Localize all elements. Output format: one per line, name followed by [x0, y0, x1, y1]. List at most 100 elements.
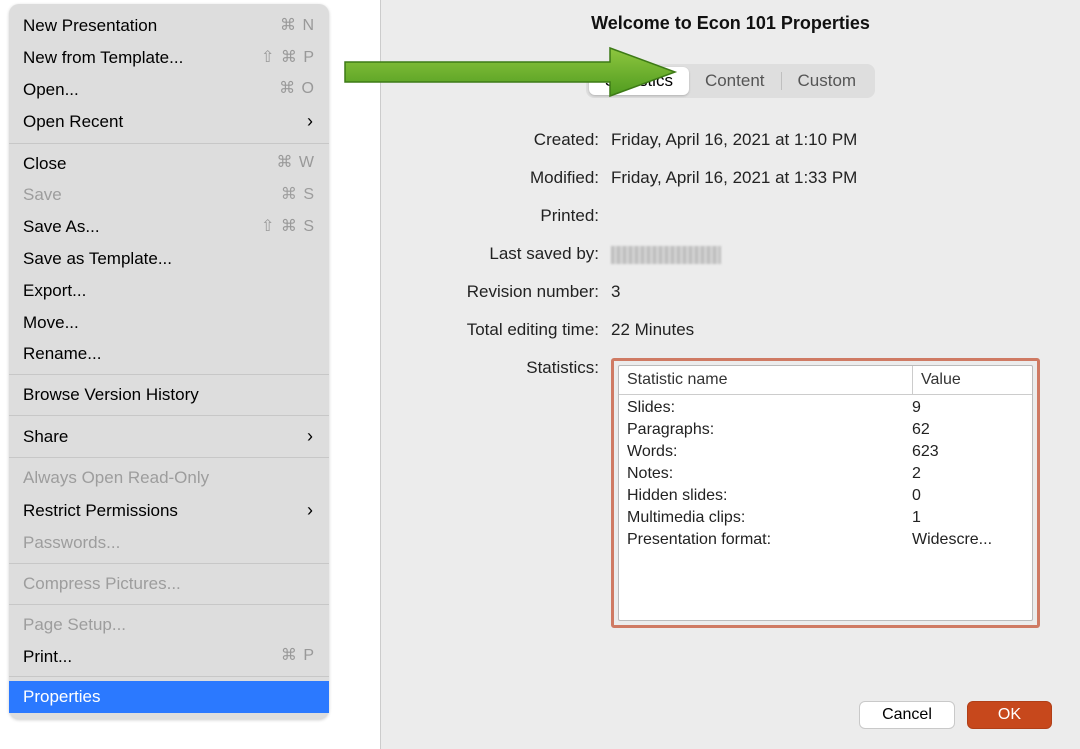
menu-item-shortcut: ⌘ S [281, 184, 315, 206]
menu-item-label: Move... [23, 311, 315, 335]
printed-label: Printed: [421, 204, 611, 226]
revision-value: 3 [611, 280, 1040, 302]
menu-item[interactable]: Save As...⇧ ⌘ S [9, 211, 329, 243]
redacted-name [611, 246, 721, 264]
chevron-right-icon: › [307, 424, 313, 449]
stat-value: Widescre... [912, 531, 1024, 549]
stat-value: 1 [912, 509, 1024, 527]
menu-item-label: Save As... [23, 215, 261, 239]
menu-item-label: Share [23, 425, 307, 449]
statistics-highlight-box: Statistic name Value Slides:9Paragraphs:… [611, 358, 1040, 628]
modified-value: Friday, April 16, 2021 at 1:33 PM [611, 166, 1040, 188]
menu-item[interactable]: Properties [9, 681, 329, 713]
stat-value: 2 [912, 465, 1024, 483]
menu-item-label: Open... [23, 78, 279, 102]
ok-button[interactable]: OK [967, 701, 1052, 729]
stat-value: 9 [912, 399, 1024, 417]
stat-name: Words: [627, 443, 912, 461]
menu-item: Save⌘ S [9, 179, 329, 211]
menu-item-label: Page Setup... [23, 613, 315, 637]
menu-item-label: New Presentation [23, 14, 280, 38]
menu-item-label: Restrict Permissions [23, 499, 307, 523]
menu-item-label: Save [23, 183, 281, 207]
menu-item[interactable]: New Presentation⌘ N [9, 10, 329, 42]
menu-item[interactable]: Export... [9, 275, 329, 307]
stat-value: 0 [912, 487, 1024, 505]
menu-item-shortcut: ⌘ N [280, 15, 315, 37]
dialog-buttons: Cancel OK [859, 701, 1052, 729]
menu-item[interactable]: Close⌘ W [9, 148, 329, 180]
menu-item-label: Always Open Read-Only [23, 466, 315, 490]
menu-item: Always Open Read-Only [9, 462, 329, 494]
last-saved-by-label: Last saved by: [421, 242, 611, 264]
cancel-button[interactable]: Cancel [859, 701, 955, 729]
revision-label: Revision number: [421, 280, 611, 302]
menu-item-label: Save as Template... [23, 247, 315, 271]
chevron-right-icon: › [307, 498, 313, 523]
stat-name: Paragraphs: [627, 421, 912, 439]
menu-item-label: Browse Version History [23, 383, 315, 407]
modified-label: Modified: [421, 166, 611, 188]
menu-item[interactable]: New from Template...⇧ ⌘ P [9, 42, 329, 74]
tab-statistics[interactable]: Statistics [589, 67, 689, 95]
menu-item-label: Properties [23, 685, 315, 709]
menu-item-shortcut: ⌘ O [279, 78, 315, 100]
menu-item[interactable]: Save as Template... [9, 243, 329, 275]
menu-item-shortcut: ⌘ W [276, 152, 315, 174]
menu-item: Compress Pictures... [9, 568, 329, 600]
stat-name: Hidden slides: [627, 487, 912, 505]
stat-name: Presentation format: [627, 531, 912, 549]
menu-item[interactable]: Open...⌘ O [9, 74, 329, 106]
stats-row: Multimedia clips:1 [619, 507, 1032, 529]
menu-item-label: Rename... [23, 342, 315, 366]
printed-value [611, 204, 1040, 206]
stats-row: Presentation format:Widescre... [619, 529, 1032, 551]
menu-item-label: Passwords... [23, 531, 315, 555]
stat-name: Multimedia clips: [627, 509, 912, 527]
menu-item[interactable]: Rename... [9, 338, 329, 370]
menu-item-shortcut: ⇧ ⌘ S [261, 216, 315, 238]
last-saved-by-value [611, 242, 1040, 264]
menu-item[interactable]: Open Recent› [9, 105, 329, 138]
menu-item-label: Export... [23, 279, 315, 303]
menu-item: Passwords... [9, 527, 329, 559]
stats-row: Paragraphs:62 [619, 419, 1032, 441]
menu-item[interactable]: Restrict Permissions› [9, 494, 329, 527]
editing-time-label: Total editing time: [421, 318, 611, 340]
menu-item-shortcut: ⌘ P [281, 645, 315, 667]
menu-item-label: Close [23, 152, 276, 176]
menu-item[interactable]: Browse Version History [9, 379, 329, 411]
fields-area: Created: Friday, April 16, 2021 at 1:10 … [421, 128, 1040, 628]
sheet-title: Welcome to Econ 101 Properties [381, 0, 1080, 64]
stats-row: Hidden slides:0 [619, 485, 1032, 507]
menu-item-label: Compress Pictures... [23, 572, 315, 596]
stats-row: Words:623 [619, 441, 1032, 463]
stats-header-name: Statistic name [619, 366, 912, 394]
tab-custom[interactable]: Custom [782, 67, 873, 95]
stat-name: Slides: [627, 399, 912, 417]
statistics-label: Statistics: [421, 356, 611, 378]
menu-item: Page Setup... [9, 609, 329, 641]
chevron-right-icon: › [307, 109, 313, 134]
tab-content[interactable]: Content [689, 67, 781, 95]
editing-time-value: 22 Minutes [611, 318, 1040, 340]
statistics-table: Statistic name Value Slides:9Paragraphs:… [618, 365, 1033, 621]
menu-item[interactable]: Share› [9, 420, 329, 453]
menu-item[interactable]: Move... [9, 307, 329, 339]
properties-sheet: Welcome to Econ 101 Properties Statistic… [380, 0, 1080, 749]
stats-row: Notes:2 [619, 463, 1032, 485]
stat-value: 62 [912, 421, 1024, 439]
tab-bar: Statistics Content Custom [431, 64, 1030, 98]
menu-item-label: New from Template... [23, 46, 261, 70]
stats-header-value: Value [912, 366, 1032, 394]
stats-row: Slides:9 [619, 397, 1032, 419]
file-menu: New Presentation⌘ NNew from Template...⇧… [9, 4, 329, 719]
menu-item[interactable]: Print...⌘ P [9, 641, 329, 673]
stat-name: Notes: [627, 465, 912, 483]
created-label: Created: [421, 128, 611, 150]
menu-item-label: Open Recent [23, 110, 307, 134]
menu-item-shortcut: ⇧ ⌘ P [261, 47, 315, 69]
tab-group: Statistics Content Custom [586, 64, 875, 98]
stat-value: 623 [912, 443, 1024, 461]
created-value: Friday, April 16, 2021 at 1:10 PM [611, 128, 1040, 150]
